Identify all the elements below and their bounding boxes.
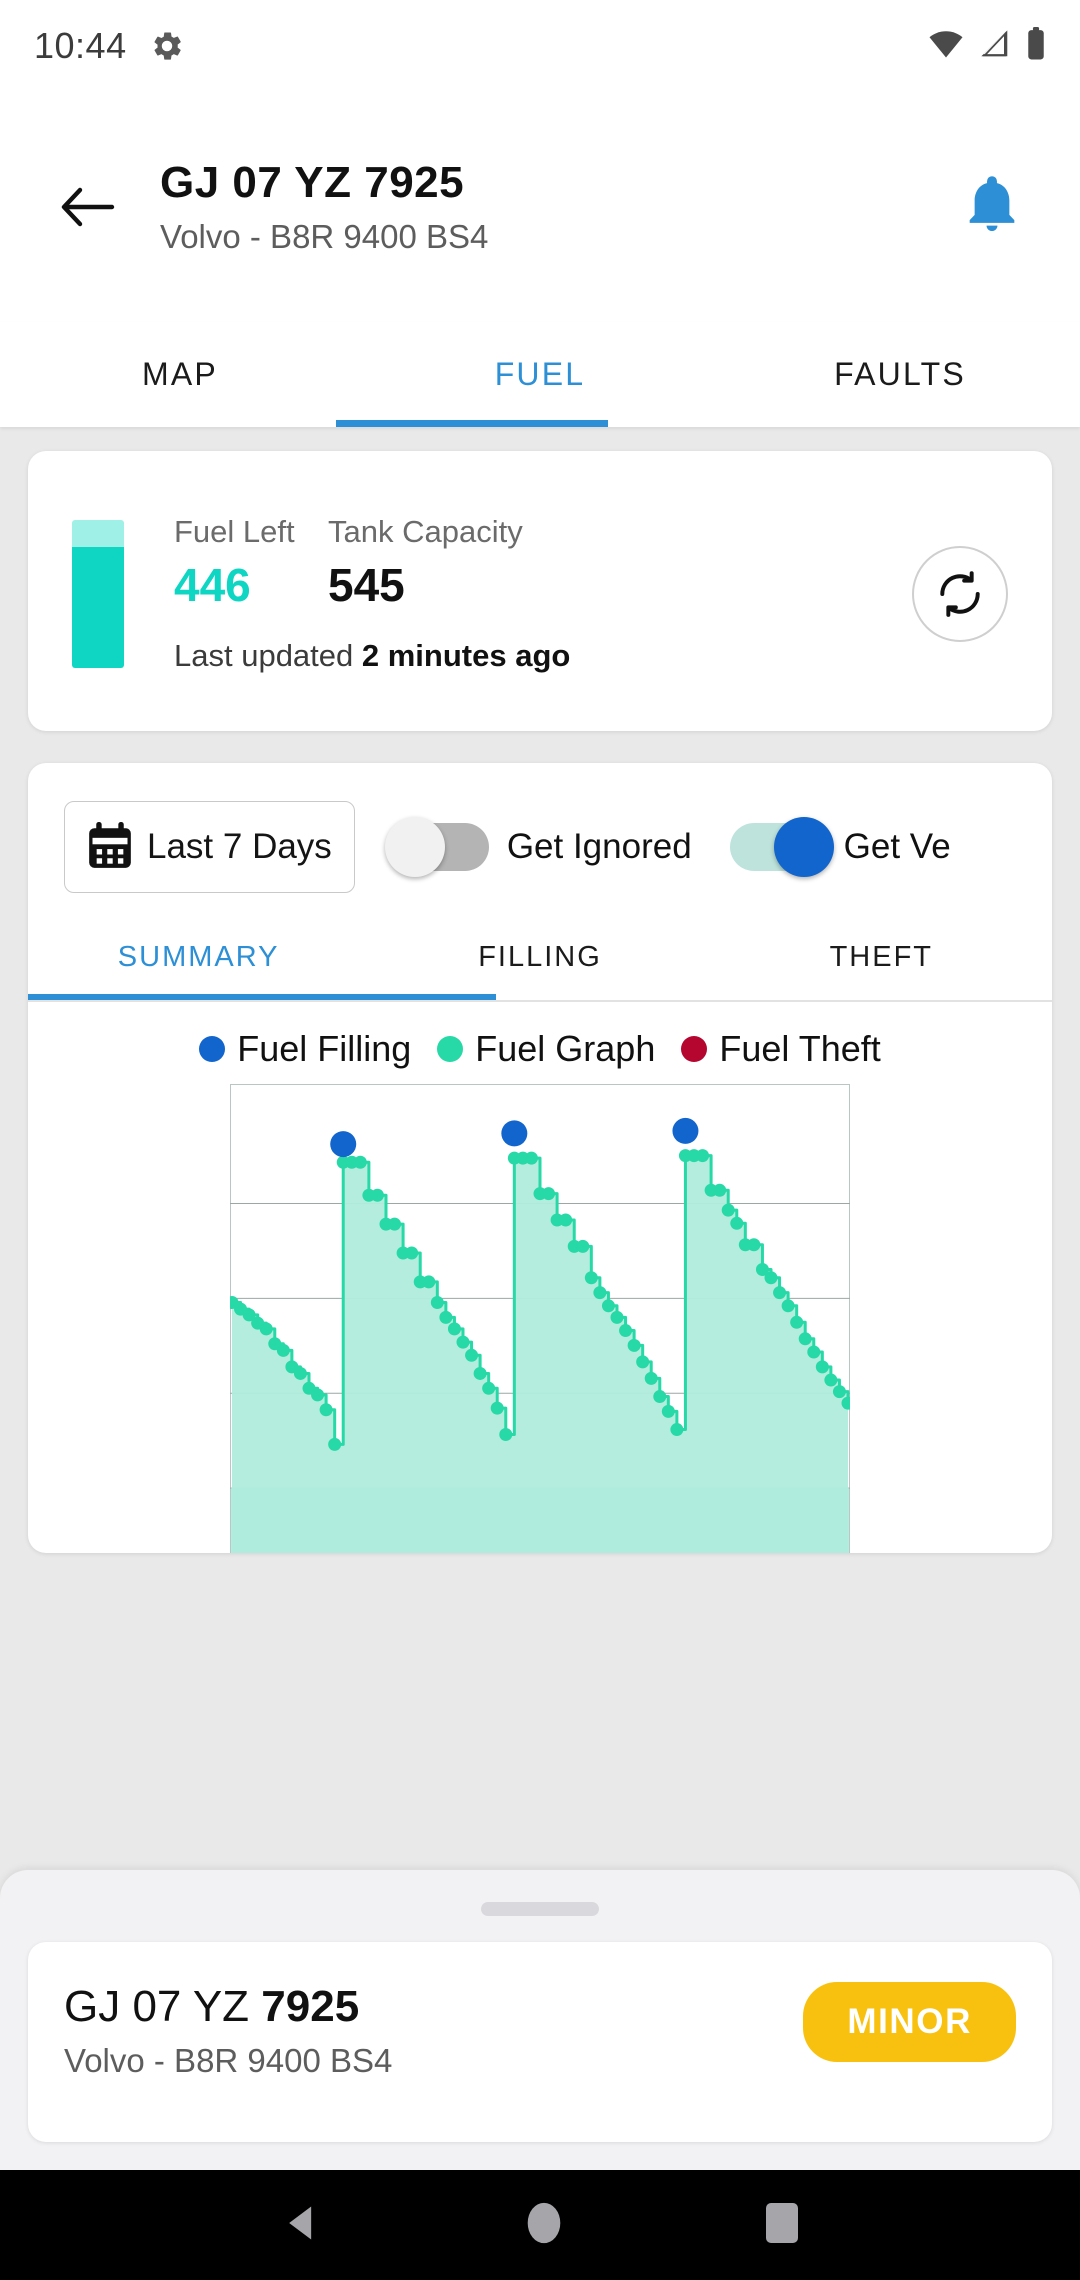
legend-dot	[681, 1036, 708, 1062]
square-recents-icon	[766, 2202, 798, 2243]
triangle-back-icon	[289, 2206, 312, 2239]
legend-label: Fuel Filling	[237, 1028, 412, 1069]
app-bar: GJ 07 YZ 7925 Volvo - B8R 9400 BS4	[0, 92, 1080, 322]
refresh-sync-icon	[940, 571, 980, 617]
legend-dot	[199, 1036, 226, 1062]
wifi-icon	[928, 29, 964, 64]
get-ignored-switch[interactable]	[384, 817, 489, 877]
subtab-theft[interactable]: THEFT	[711, 919, 1052, 1000]
nav-home-button[interactable]	[524, 2200, 564, 2251]
fuel-chart-svg	[225, 1084, 855, 1553]
switch-knob	[384, 817, 445, 877]
vehicle-model: Volvo - B8R 9400 BS4	[64, 2042, 393, 2079]
fuel-chart[interactable]	[225, 1084, 855, 1553]
active-tab-indicator	[336, 420, 608, 427]
main-tab-bar: MAP FUEL FAULTS	[0, 322, 1080, 427]
arrow-left-icon	[61, 187, 115, 227]
legend-label: Fuel Graph	[475, 1028, 656, 1069]
date-range-label: Last 7 Days	[147, 827, 332, 866]
nav-back-button[interactable]	[280, 2201, 324, 2250]
sheet-drag-handle[interactable]	[481, 1902, 599, 1916]
page-subtitle: Volvo - B8R 9400 BS4	[160, 218, 489, 256]
chart-legend: Fuel Filling Fuel Graph Fuel Theft	[28, 1002, 1052, 1084]
get-verified-toggle-group[interactable]: Get Ve	[729, 817, 951, 877]
back-button[interactable]	[40, 159, 136, 255]
status-bar-time: 10:44	[34, 25, 127, 66]
get-verified-switch[interactable]	[729, 817, 834, 877]
get-verified-label: Get Ve	[843, 827, 951, 866]
page-title: GJ 07 YZ 7925	[160, 158, 465, 208]
last-updated-value: 2 minutes ago	[361, 638, 571, 673]
vehicle-number-suffix: 7925	[261, 1982, 360, 2031]
fuel-left-label: Fuel Left	[174, 514, 295, 549]
notifications-button[interactable]	[962, 174, 1022, 241]
tab-faults[interactable]: FAULTS	[720, 322, 1080, 427]
last-updated-prefix: Last updated	[174, 638, 354, 673]
vehicle-number-prefix: GJ 07 YZ	[64, 1982, 262, 2031]
fuel-gauge	[72, 520, 124, 668]
android-nav-bar	[0, 2170, 1080, 2280]
legend-item-fuel-theft: Fuel Theft	[681, 1028, 881, 1070]
status-bar: 10:44	[0, 0, 1080, 92]
vehicle-alert-text: GJ 07 YZ 7925 Volvo - B8R 9400 BS4	[64, 1982, 392, 2080]
fuel-gauge-fill	[72, 546, 124, 668]
content-scroll-area: Fuel Left Tank Capacity 446 545 Last upd…	[0, 427, 1080, 1553]
vehicle-alert-card[interactable]: GJ 07 YZ 7925 Volvo - B8R 9400 BS4 MINOR	[28, 1942, 1052, 2142]
last-updated-text: Last updated 2 minutes ago	[174, 638, 570, 674]
graph-subtab-bar: SUMMARY FILLING THEFT	[28, 919, 1052, 1002]
bottom-sheet[interactable]: GJ 07 YZ 7925 Volvo - B8R 9400 BS4 MINOR	[0, 1870, 1080, 2170]
graph-controls: Last 7 Days Get Ignored Get Ve	[28, 763, 1052, 919]
switch-knob	[773, 817, 834, 877]
legend-item-fuel-graph: Fuel Graph	[437, 1028, 655, 1070]
status-bar-icons	[928, 26, 1046, 66]
calendar-icon	[89, 822, 131, 868]
app-bar-titles: GJ 07 YZ 7925 Volvo - B8R 9400 BS4	[160, 157, 488, 257]
nav-recents-button[interactable]	[764, 2201, 800, 2250]
active-subtab-indicator	[28, 994, 496, 1000]
gear-icon	[149, 28, 185, 64]
fuel-graph-card: Last 7 Days Get Ignored Get Ve SUMMARY F…	[28, 763, 1052, 1553]
tank-capacity-value: 545	[328, 559, 405, 611]
status-badge: MINOR	[803, 1982, 1016, 2062]
refresh-button[interactable]	[912, 546, 1008, 642]
date-range-button[interactable]: Last 7 Days	[64, 801, 355, 893]
bell-icon	[969, 175, 1015, 231]
tab-fuel[interactable]: FUEL	[360, 322, 720, 427]
fuel-left-value: 446	[174, 559, 251, 611]
battery-icon	[1026, 26, 1046, 66]
fuel-summary-card: Fuel Left Tank Capacity 446 545 Last upd…	[28, 451, 1052, 731]
fuel-readings: Fuel Left Tank Capacity 446 545 Last upd…	[174, 514, 570, 674]
get-ignored-label: Get Ignored	[506, 827, 692, 866]
get-ignored-toggle-group[interactable]: Get Ignored	[384, 817, 692, 877]
subtab-summary[interactable]: SUMMARY	[28, 919, 369, 1000]
fuel-gauge-empty	[72, 520, 124, 547]
vehicle-number: GJ 07 YZ 7925	[64, 1982, 392, 2032]
legend-dot	[437, 1036, 464, 1062]
circle-home-icon	[527, 2202, 561, 2243]
tank-capacity-label: Tank Capacity	[328, 514, 523, 549]
subtab-filling[interactable]: FILLING	[369, 919, 710, 1000]
legend-label: Fuel Theft	[719, 1028, 881, 1069]
tab-map[interactable]: MAP	[0, 322, 360, 427]
cellular-signal-icon	[978, 29, 1012, 64]
legend-item-fuel-filling: Fuel Filling	[199, 1028, 411, 1070]
